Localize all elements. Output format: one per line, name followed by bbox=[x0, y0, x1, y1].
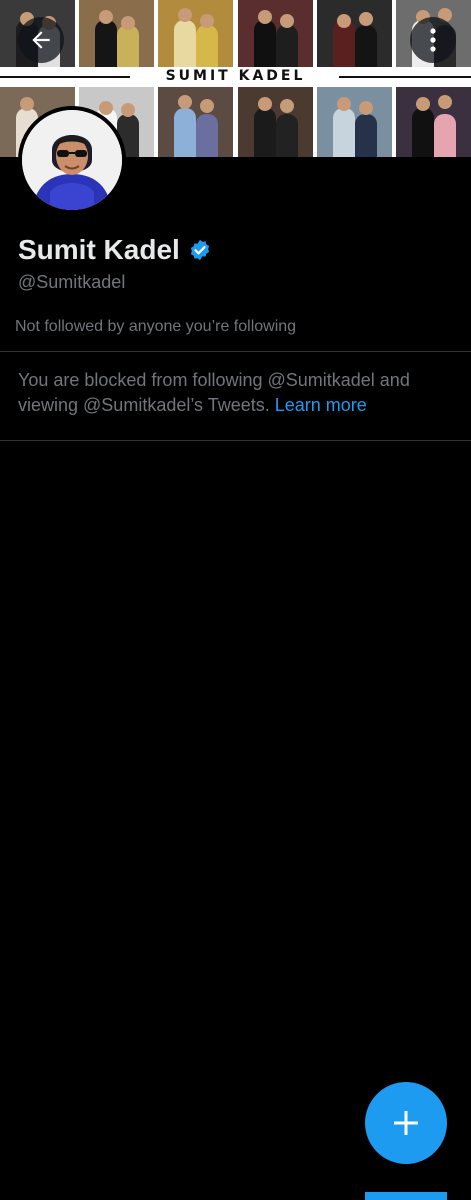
banner-title: SUMIT KADEL bbox=[165, 68, 306, 84]
bottom-partial-element bbox=[365, 1192, 447, 1200]
more-vertical-icon bbox=[430, 28, 436, 52]
banner-photo bbox=[237, 87, 313, 157]
followed-by-text: Not followed by anyone you’re following bbox=[15, 318, 297, 335]
compose-tweet-button[interactable] bbox=[365, 1082, 447, 1164]
banner-photo-row-top bbox=[0, 0, 471, 67]
banner-photo bbox=[316, 0, 392, 67]
profile-handle: @Sumitkadel bbox=[18, 272, 126, 292]
back-button[interactable] bbox=[18, 17, 64, 63]
banner-photo bbox=[395, 87, 471, 157]
banner-photo bbox=[158, 87, 234, 157]
profile-name: Sumit Kadel bbox=[18, 234, 212, 266]
divider bbox=[0, 440, 471, 441]
avatar[interactable] bbox=[18, 106, 126, 214]
learn-more-link[interactable]: Learn more bbox=[275, 395, 367, 415]
blocked-message: You are blocked from following @Sumitkad… bbox=[18, 368, 448, 418]
divider bbox=[0, 351, 471, 352]
more-options-button[interactable] bbox=[410, 17, 456, 63]
verified-badge-icon bbox=[190, 239, 209, 261]
banner-photo bbox=[158, 0, 234, 67]
banner-photo bbox=[79, 0, 155, 67]
arrow-left-icon bbox=[32, 31, 50, 49]
banner-photo bbox=[237, 0, 313, 67]
banner-name-strip: SUMIT KADEL bbox=[0, 67, 471, 87]
plus-icon bbox=[394, 1111, 418, 1135]
profile-name-text: Sumit Kadel bbox=[18, 234, 180, 265]
avatar-photo bbox=[22, 110, 122, 210]
banner-photo bbox=[316, 87, 392, 157]
